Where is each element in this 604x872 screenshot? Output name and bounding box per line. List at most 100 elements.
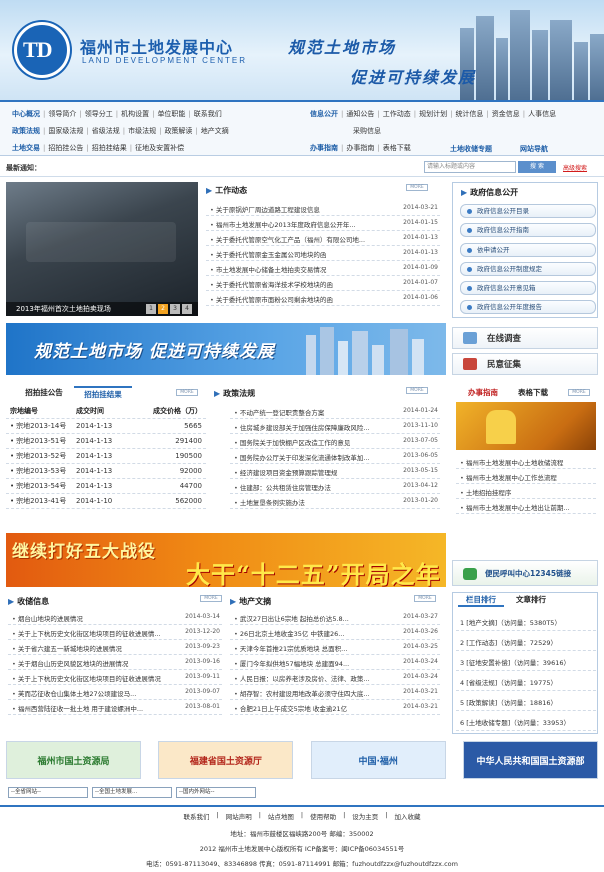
slide-page-3[interactable]: 3 [170,304,180,314]
rank-column-name[interactable]: [工作动态] [466,639,497,647]
ranking-item[interactable]: 1 [地产文摘]（访问量：5380T5） [456,611,596,631]
list-item-title[interactable]: 福州市土地发展中心土地收储流程 [460,457,564,467]
list-item[interactable]: 烟台山地块的进展情况 2014-03-14 [8,610,222,625]
table-row[interactable]: 宗地2013-52号2014-1-13 190500 [6,449,206,464]
acquisition-more-button[interactable]: MORE [200,595,222,602]
nav-item[interactable]: 地产文摘 [201,126,229,136]
tab-tender-results[interactable]: 招拍挂结果 [74,386,132,400]
nav-item[interactable]: 表格下载 [383,143,411,153]
list-item[interactable]: 福州市土地发展中心土地出让前期... [456,499,596,514]
slide-page-4[interactable]: 4 [182,304,192,314]
nav-item[interactable]: 招拍挂结果 [92,143,127,153]
rank-column-name[interactable]: [省级法规] [466,679,497,687]
nav-item[interactable]: 机构设置 [121,109,149,119]
national-land-select[interactable]: --全国土地发展... [92,787,172,798]
list-item-title[interactable]: 天津今年首推21宗优质地块 总面积... [234,643,348,653]
list-item[interactable]: 26日北京土地收金35亿 中铁建26... 2014-03-26 [230,625,440,640]
list-item[interactable]: 关于委托代管原空气化工产品（福州）有限公司地... 2014-01-13 [206,231,440,246]
table-cell[interactable]: 宗地2013-51号 [6,436,76,446]
realestate-more-button[interactable]: MORE [414,595,436,602]
campaign-banner[interactable]: 继续打好五大战役 大干“十二五”开局之年 [6,533,446,587]
list-item-title[interactable]: 土地复垦条例实施办法 [234,497,305,507]
domestic-foreign-select[interactable]: --国内外网站-- [176,787,256,798]
partner-link[interactable]: 福州市国土资源局 [6,741,141,779]
list-item-title[interactable]: 烟台山地块的进展情况 [12,613,83,623]
table-row[interactable]: 宗地2013-51号2014-1-13 291400 [6,434,206,449]
list-item-title[interactable]: 经济建设项目资金预算跟踪管理规 [234,467,338,477]
table-row[interactable]: 宗地2013-14号2014-1-13 5665 [6,419,206,434]
nav-item[interactable]: 领导简介 [48,109,76,119]
list-item-title[interactable]: 福州西营陆征收一批土地 用于建设螺洲中... [12,703,143,713]
list-item-title[interactable]: 住房城乡建设部关于加强住房保障廉政风险... [234,422,370,432]
list-item[interactable]: 土地复垦条例实施办法 2013-01-20 [230,494,440,509]
table-cell[interactable]: 宗地2013-41号 [6,496,76,506]
tab-form-download[interactable]: 表格下载 [510,386,556,400]
footer-link-homepage[interactable]: 设为主页 [352,811,378,821]
list-item[interactable]: 福州市土地发展中心2013年度政府信息公开年... 2014-01-15 [206,216,440,231]
rank-column-name[interactable]: [地产文摘] [466,619,497,627]
partner-link[interactable]: 中华人民共和国国土资源部 [462,741,598,779]
list-item-title[interactable]: 关于上下杭历史文化街区地块项目的征收进展情况 [12,673,161,683]
list-item-title[interactable]: 福州市土地发展中心工作总流程 [460,472,557,482]
list-item-title[interactable]: 26日北京土地收金35亿 中铁建26... [234,628,345,638]
list-item[interactable]: 不动产统一登记职责整合方案 2014-01-24 [230,404,440,419]
list-item-title[interactable]: 合肥21日上午成交5宗地 收金逾21亿 [234,703,347,713]
list-item[interactable]: 人民日报：以房养老涉及房价、法律、政策... 2014-03-24 [230,670,440,685]
list-item-title[interactable]: 关于委托代管原金玉金属公司地块的函 [210,249,327,259]
nav-item[interactable]: 征地及安置补偿 [135,143,184,153]
list-item-title[interactable]: 福州市土地发展中心2013年度政府信息公开年... [210,219,356,229]
list-item[interactable]: 武汉27日出让6宗地 起拍总价达5.8... 2014-03-27 [230,610,440,625]
rank-column-name[interactable]: [政策解读] [466,699,497,707]
guide-more-button[interactable]: MORE [568,389,590,396]
gov-info-rules[interactable]: 政府信息公开制度规定 [460,262,596,276]
gov-info-catalog[interactable]: 政府信息公开目录 [460,204,596,218]
list-item-title[interactable]: 厦门今年拟供地57幅地块 总建面94... [234,658,349,668]
slide-page-2[interactable]: 2 [158,304,168,314]
gov-info-suggestion[interactable]: 政府信息公开意见箱 [460,281,596,295]
tab-service-guide[interactable]: 办事指南 [460,386,506,400]
site-logo[interactable]: TD [14,22,70,78]
ranking-item[interactable]: 6 [土地收储专题]（访问量：33953） [456,711,596,731]
nav-item[interactable]: 国家级法规 [48,126,83,136]
tab-article-ranking[interactable]: 文章排行 [508,593,554,607]
nav-item[interactable]: 统计信息 [455,109,483,119]
partner-link[interactable]: 中国·福州 [310,741,446,779]
list-item-title[interactable]: 市土地发展中心储备土地拍卖交易情况 [210,264,327,274]
nav-site-map[interactable]: 网站导航 [520,144,548,154]
nav-item[interactable]: 通知公告 [346,109,374,119]
province-sites-select[interactable]: --全省网站-- [8,787,88,798]
policy-more-button[interactable]: MORE [406,387,428,394]
list-item-title[interactable]: 芙而芯征收仓山集体土地27公顷建设马... [12,688,136,698]
ranking-item[interactable]: 3 [征地安置补偿]（访问量：39616） [456,651,596,671]
nav-item[interactable]: 资金信息 [492,109,520,119]
nav-item[interactable]: 政策解读 [164,126,192,136]
nav-item[interactable]: 单位职能 [157,109,185,119]
list-item-title[interactable]: 关于委托代管原省海洋技术学校地块的函 [210,279,333,289]
ranking-item[interactable]: 2 [工作动态]（访问量：72529） [456,631,596,651]
nav-item[interactable]: 工作动态 [383,109,411,119]
nav-land-storage[interactable]: 土地收储专题 [450,144,492,154]
nav-item[interactable]: 领导分工 [85,109,113,119]
nav-heading-disclosure[interactable]: 信息公开 [310,109,338,119]
tender-more-button[interactable]: MORE [176,389,198,396]
nav-item[interactable]: 市级法规 [128,126,156,136]
list-item-title[interactable]: 武汉27日出让6宗地 起拍总价达5.8... [234,613,349,623]
work-news-more-button[interactable]: MORE [406,184,428,191]
list-item-title[interactable]: 关于省六建五一新城地块的进展情况 [12,643,122,653]
online-survey-button[interactable]: 在线调查 [452,327,598,349]
gov-info-guide[interactable]: 政府信息公开指南 [460,223,596,237]
table-row[interactable]: 宗地2013-41号2014-1-10 562000 [6,494,206,509]
list-item[interactable]: 福州市土地发展中心工作总流程 [456,469,596,484]
list-item[interactable]: 关于上下杭历史文化街区地块项目的征收进展情况 2013-09-11 [8,670,222,685]
list-item[interactable]: 福州西营陆征收一批土地 用于建设螺洲中... 2013-08-01 [8,700,222,715]
list-item[interactable]: 关于原锅炉厂周边道路工程建设信息 2014-03-21 [206,201,440,216]
list-item[interactable]: 合肥21日上午成交5宗地 收金逾21亿 2014-03-21 [230,700,440,715]
list-item[interactable]: 胡存智：农村建设用地改革必须守住四大底... 2014-03-21 [230,685,440,700]
ranking-item[interactable]: 5 [政策解读]（访问量：18816） [456,691,596,711]
list-item[interactable]: 天津今年首推21宗优质地块 总面积... 2014-03-25 [230,640,440,655]
nav-item[interactable]: 人事信息 [528,109,556,119]
list-item-title[interactable]: 关于上下杭历史文化街区地块项目的征收进展情... [12,628,161,638]
list-item[interactable]: 市土地发展中心储备土地拍卖交易情况 2014-01-09 [206,261,440,276]
list-item[interactable]: 关于省六建五一新城地块的进展情况 2013-09-23 [8,640,222,655]
list-item[interactable]: 厦门今年拟供地57幅地块 总建面94... 2014-03-24 [230,655,440,670]
